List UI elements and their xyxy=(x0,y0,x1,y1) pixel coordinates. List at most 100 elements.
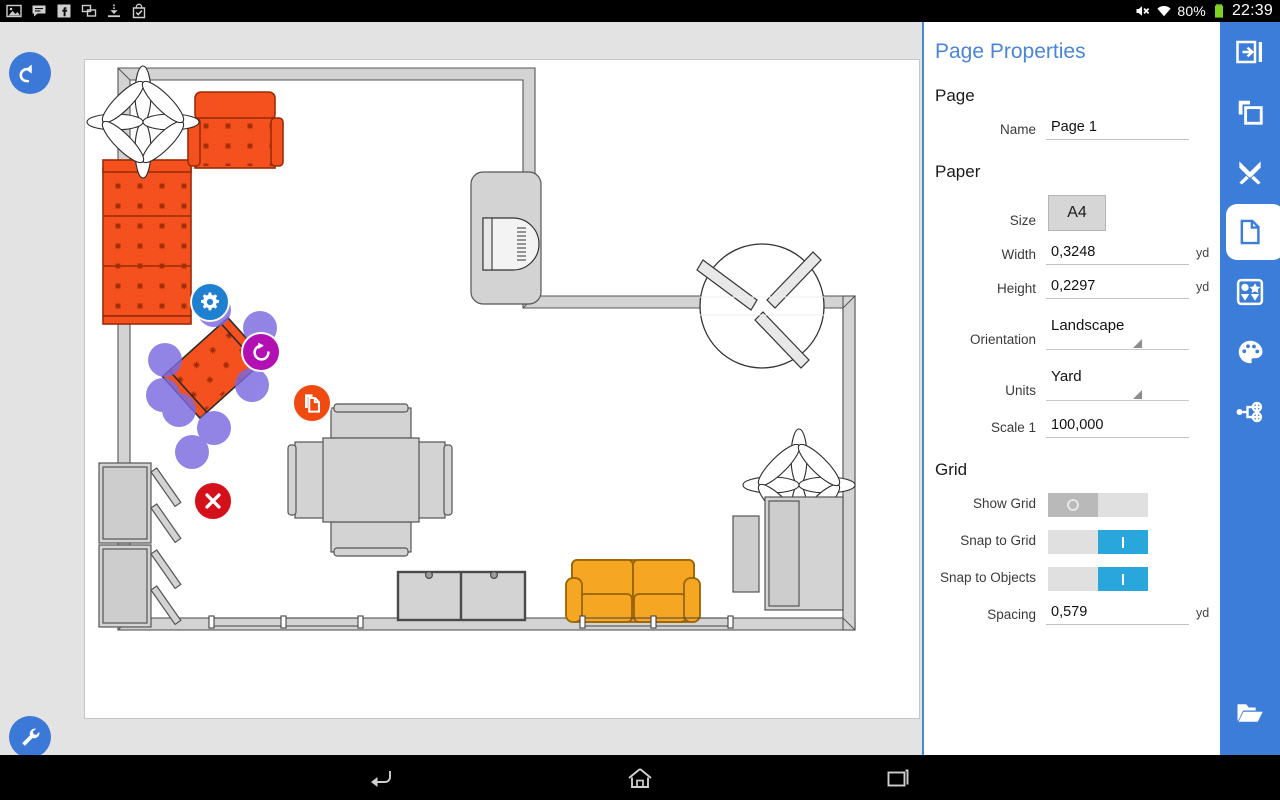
app-body: Page Properties Page Name Page 1 Paper S… xyxy=(0,22,1280,755)
height-input[interactable]: 0,2297 xyxy=(1046,278,1189,299)
open-folder-icon xyxy=(1237,704,1263,722)
row-snap-grid: Snap to Grid xyxy=(924,530,1220,554)
rail-item-shapes[interactable] xyxy=(1220,262,1280,322)
width-input[interactable]: 0,3248 xyxy=(1046,244,1189,265)
rail-item-page[interactable] xyxy=(1220,202,1280,262)
units-dropdown[interactable]: Yard xyxy=(1046,368,1189,401)
spacing-unit: yd xyxy=(1196,606,1210,620)
row-spacing: Spacing 0,579 yd xyxy=(924,604,1220,625)
page-sheet[interactable] xyxy=(84,59,920,719)
rail-item-tools[interactable] xyxy=(1220,142,1280,202)
section-page: Page xyxy=(935,86,975,105)
sofa-three-seat xyxy=(102,159,192,325)
snap-to-grid-toggle[interactable] xyxy=(1048,530,1148,554)
nav-recents-button[interactable] xyxy=(876,761,922,795)
paper-size-button[interactable]: A4 xyxy=(1048,195,1106,231)
tool-rail xyxy=(1220,22,1280,755)
row-show-grid: Show Grid xyxy=(924,493,1220,517)
orientation-value: Landscape xyxy=(1051,317,1125,334)
show-grid-label: Show Grid xyxy=(972,496,1036,511)
name-input[interactable]: Page 1 xyxy=(1046,119,1189,140)
rail-item-export[interactable] xyxy=(1220,22,1280,82)
spacing-input[interactable]: 0,579 xyxy=(1046,604,1189,625)
wardrobe-right xyxy=(732,496,844,611)
width-unit: yd xyxy=(1196,246,1210,260)
spacing-label: Spacing xyxy=(987,607,1036,622)
armchair-orange xyxy=(187,91,284,169)
floor-plan-drawing[interactable] xyxy=(85,60,921,720)
revolving-door xyxy=(696,243,825,369)
object-settings-button[interactable] xyxy=(190,282,230,322)
sideboard xyxy=(396,570,527,622)
orientation-dropdown[interactable]: Landscape xyxy=(1046,317,1189,350)
row-height: Height 0,2297 yd xyxy=(924,278,1220,299)
duplicate-icon xyxy=(305,394,320,413)
drawing-canvas[interactable] xyxy=(0,22,922,755)
export-arrow-icon xyxy=(1236,40,1262,64)
panel-title: Page Properties xyxy=(935,40,1086,63)
back-icon xyxy=(371,770,391,787)
nav-back-button[interactable] xyxy=(358,761,404,795)
sound-muted-icon xyxy=(1136,6,1150,16)
section-grid: Grid xyxy=(935,460,968,479)
wifi-icon xyxy=(1157,5,1171,17)
toggle-knob xyxy=(1048,493,1098,517)
settings-wrench-button[interactable] xyxy=(9,716,51,755)
rail-item-connectors[interactable] xyxy=(1220,382,1280,442)
message-icon xyxy=(32,5,46,17)
dining-table-set xyxy=(287,403,453,557)
rail-item-palette[interactable] xyxy=(1220,322,1280,382)
status-system-icons: 80% 22:39 xyxy=(1135,2,1280,20)
row-name: Name Page 1 xyxy=(924,119,1220,140)
show-grid-toggle[interactable] xyxy=(1048,493,1148,517)
gear-icon xyxy=(201,292,219,311)
wrench-icon xyxy=(21,728,39,746)
height-unit: yd xyxy=(1196,280,1210,294)
snap-to-objects-label: Snap to Objects xyxy=(939,570,1036,585)
row-orientation: Orientation Landscape xyxy=(924,317,1220,350)
download-icon xyxy=(108,4,120,18)
cabinet-left-wall xyxy=(98,462,182,628)
orientation-label: Orientation xyxy=(969,332,1036,347)
rail-bottom-group xyxy=(1220,683,1280,743)
tools-icon xyxy=(1239,161,1261,185)
scale-label: Scale 1 xyxy=(990,420,1036,435)
battery-percent: 80% xyxy=(1177,3,1206,19)
row-width: Width 0,3248 yd xyxy=(924,244,1220,265)
rail-item-open[interactable] xyxy=(1220,683,1280,743)
chevron-down-icon xyxy=(1133,339,1142,348)
snap-to-grid-label: Snap to Grid xyxy=(960,533,1036,548)
shapes-icon xyxy=(1236,278,1264,306)
snap-to-objects-toggle[interactable] xyxy=(1048,567,1148,591)
battery-icon xyxy=(1214,4,1223,18)
rail-item-layers[interactable] xyxy=(1220,82,1280,142)
android-nav-bar xyxy=(0,755,1280,800)
page-properties-panel: Page Properties Page Name Page 1 Paper S… xyxy=(922,22,1220,755)
status-notification-icons xyxy=(0,3,147,19)
height-label: Height xyxy=(996,281,1036,296)
row-size: Size A4 xyxy=(924,195,1220,231)
width-label: Width xyxy=(1001,247,1036,262)
home-icon xyxy=(628,767,652,788)
object-delete-button[interactable] xyxy=(193,481,233,521)
nav-home-button[interactable] xyxy=(617,761,663,795)
document-icon xyxy=(1240,219,1260,245)
facebook-icon xyxy=(57,4,71,18)
scale-input[interactable]: 100,000 xyxy=(1046,417,1189,438)
object-rotate-button[interactable] xyxy=(241,332,281,372)
status-clock: 22:39 xyxy=(1231,2,1273,19)
row-units: Units Yard xyxy=(924,368,1220,401)
units-label: Units xyxy=(1005,383,1036,398)
undo-button[interactable] xyxy=(9,52,51,94)
row-scale: Scale 1 100,000 xyxy=(924,417,1220,438)
sofa-two-seat-amber xyxy=(565,559,701,623)
chevron-down-icon xyxy=(1133,390,1142,399)
multi-window-icon xyxy=(81,4,97,17)
name-label: Name xyxy=(999,122,1036,137)
toggle-knob xyxy=(1098,567,1148,591)
rotate-icon xyxy=(252,342,270,361)
undo-icon xyxy=(19,64,32,83)
close-icon xyxy=(205,493,221,509)
size-label: Size xyxy=(1009,213,1036,228)
object-duplicate-button[interactable] xyxy=(292,383,332,423)
